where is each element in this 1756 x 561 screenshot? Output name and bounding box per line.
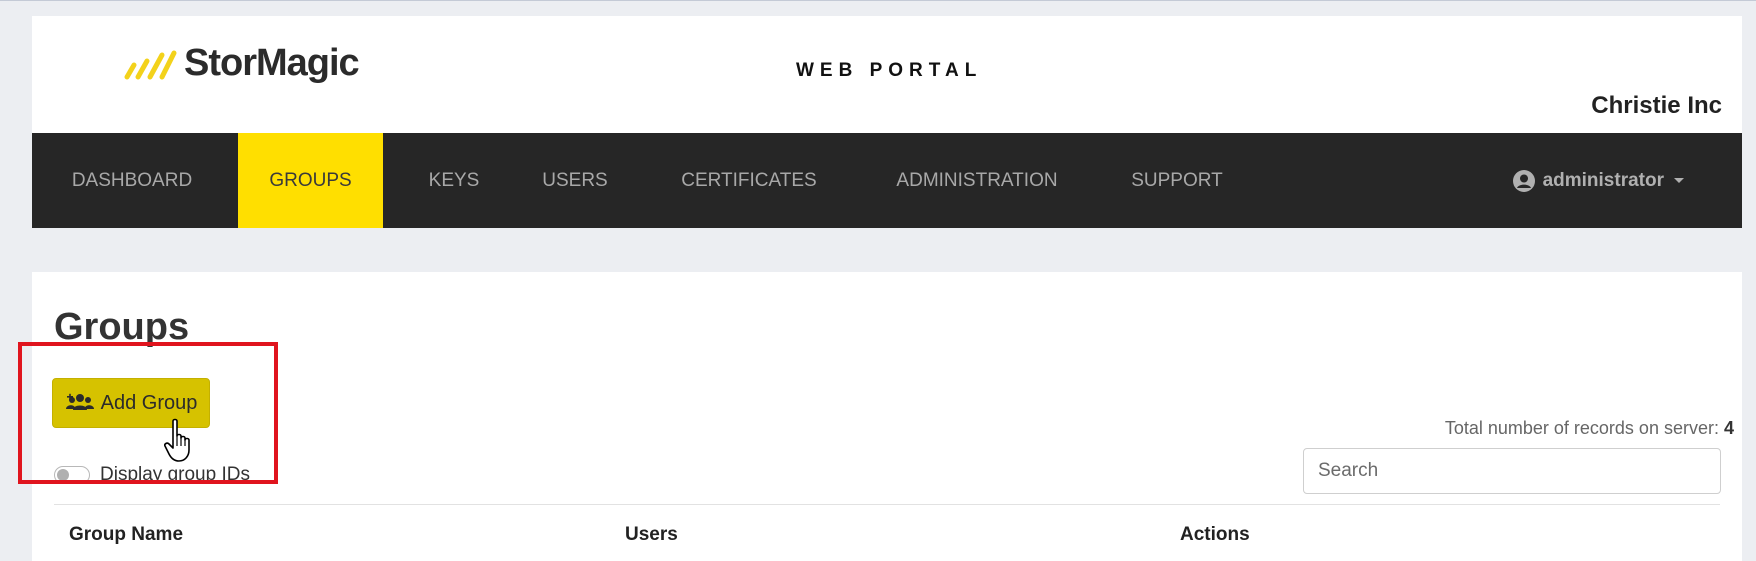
- user-menu[interactable]: administrator: [1512, 133, 1684, 228]
- stormagic-logo-icon: [124, 50, 177, 79]
- table-divider: [54, 504, 1720, 505]
- display-ids-toggle-row: Display group IDs: [54, 464, 250, 486]
- display-group-ids-toggle[interactable]: [54, 466, 90, 484]
- column-header-group-name[interactable]: Group Name: [69, 524, 183, 546]
- brand-logo[interactable]: StorMagic: [122, 42, 360, 85]
- column-header-users[interactable]: Users: [625, 524, 678, 546]
- top-border: [0, 0, 1756, 1]
- nav-users[interactable]: USERS: [526, 133, 624, 228]
- user-name: administrator: [1542, 169, 1664, 191]
- nav-certificates[interactable]: CERTIFICATES: [654, 133, 844, 228]
- chevron-down-icon: [1674, 178, 1684, 183]
- users-group-icon: [65, 393, 94, 410]
- toggle-knob: [57, 469, 69, 481]
- total-records-label: Total number of records on server:: [1444, 418, 1719, 438]
- page-title: Groups: [54, 306, 190, 348]
- user-circle-icon: [1512, 169, 1535, 192]
- nav-dashboard[interactable]: DASHBOARD: [58, 133, 206, 228]
- company-name: Christie Inc: [1591, 92, 1722, 119]
- portal-title: WEB PORTAL: [796, 60, 983, 81]
- total-records-count: 4: [1723, 418, 1734, 438]
- total-records: Total number of records on server: 4: [1445, 418, 1734, 439]
- groups-panel: Groups Add Group Display group IDs Total…: [32, 272, 1742, 561]
- column-header-actions: Actions: [1180, 524, 1250, 545]
- hand-pointer-icon: [164, 418, 190, 462]
- nav-groups[interactable]: GROUPS: [238, 133, 383, 228]
- brand-name: StorMagic: [184, 42, 360, 84]
- nav-administration[interactable]: ADMINISTRATION: [872, 133, 1082, 228]
- nav-support[interactable]: SUPPORT: [1112, 133, 1242, 228]
- header: StorMagic WEB PORTAL Christie Inc: [32, 16, 1742, 133]
- main-navbar: DASHBOARD GROUPS KEYS USERS CERTIFICATES…: [32, 133, 1742, 228]
- nav-keys[interactable]: KEYS: [414, 133, 494, 228]
- search-input[interactable]: [1303, 448, 1721, 494]
- add-group-label: Add Group: [100, 391, 198, 414]
- display-group-ids-label: Display group IDs: [100, 464, 250, 485]
